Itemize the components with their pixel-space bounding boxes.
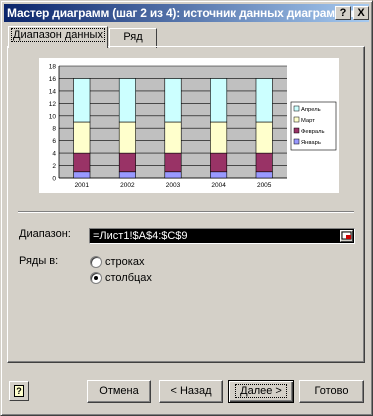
help-title-button[interactable]: ? <box>335 6 351 20</box>
cancel-button[interactable]: Отмена <box>87 380 151 403</box>
bar-segment <box>255 78 273 123</box>
title-bar: Мастер диаграмм (шаг 2 из 4): источник д… <box>4 4 369 22</box>
window-title: Мастер диаграмм (шаг 2 из 4): источник д… <box>7 6 354 20</box>
radio-columns[interactable] <box>90 272 102 284</box>
range-input[interactable]: =Лист1!$A$4:$C$9 <box>89 228 355 244</box>
finish-label: Готово <box>314 385 349 397</box>
tab-data-range-label: Диапазон данных <box>11 28 105 42</box>
bar-segment <box>210 171 228 179</box>
x-tick-label: 2005 <box>257 182 272 189</box>
bar-segment <box>255 121 273 154</box>
bar-segment <box>210 121 228 154</box>
radio-rows-label[interactable]: строках <box>105 256 144 268</box>
legend-label: Февраль <box>301 129 325 135</box>
legend-swatch <box>293 138 300 145</box>
legend-swatch <box>293 127 300 134</box>
bar-segment <box>255 171 273 179</box>
tab-series-label: Ряд <box>123 31 143 43</box>
next-label: Далее > <box>235 384 287 398</box>
back-button[interactable]: < Назад <box>159 380 223 403</box>
x-tick-label: 2003 <box>166 182 181 189</box>
range-input-value: =Лист1!$A$4:$C$9 <box>93 230 188 242</box>
radio-columns-label[interactable]: столбцах <box>105 272 152 284</box>
bar-segment <box>255 152 273 173</box>
y-tick-label: 16 <box>49 76 57 83</box>
help-icon: ? <box>14 385 24 397</box>
bar-segment <box>210 78 228 123</box>
y-tick-label: 14 <box>49 88 57 95</box>
y-tick-label: 2 <box>52 163 56 170</box>
bar-segment <box>118 152 136 173</box>
back-label: < Назад <box>170 385 212 397</box>
help-button[interactable]: ? <box>9 381 29 401</box>
radio-rows[interactable] <box>90 256 102 268</box>
radio-selected-dot <box>94 276 98 280</box>
collapse-icon <box>341 231 352 240</box>
bar-segment <box>73 152 91 173</box>
legend-swatch <box>293 116 300 123</box>
legend-label: Март <box>301 118 315 124</box>
bar-segment <box>164 152 182 173</box>
range-label: Диапазон: <box>19 228 71 240</box>
bar-segment <box>164 121 182 154</box>
bar-segment <box>164 78 182 123</box>
y-tick-label: 8 <box>52 126 56 133</box>
y-tick-label: 6 <box>52 138 56 145</box>
x-tick-label: 2002 <box>120 182 135 189</box>
chart-svg: 0 2 4 6 8 10 12 14 16 18 2001 2002 2003 2004 2005 Апрел… <box>49 64 337 189</box>
y-tick-label: 4 <box>52 151 56 158</box>
collapse-dialog-button[interactable] <box>340 230 353 242</box>
chart-wizard-dialog: Мастер диаграмм (шаг 2 из 4): источник д… <box>0 0 373 416</box>
bar-segment <box>118 171 136 179</box>
next-button[interactable]: Далее > <box>228 380 294 403</box>
y-tick-label: 18 <box>49 64 57 71</box>
bar-segment <box>118 78 136 123</box>
bar-segment <box>73 171 91 179</box>
tab-data-range[interactable]: Диапазон данных <box>8 26 108 48</box>
x-tick-label: 2001 <box>75 182 90 189</box>
legend-label: Январь <box>301 140 321 146</box>
series-in-label: Ряды в: <box>19 255 59 267</box>
finish-button[interactable]: Готово <box>299 380 364 403</box>
bar-segment <box>73 121 91 154</box>
cancel-label: Отмена <box>99 385 139 397</box>
x-tick-label: 2004 <box>211 182 226 189</box>
bar-segment <box>164 171 182 179</box>
legend-label: Апрель <box>301 107 321 113</box>
tab-series[interactable]: Ряд <box>109 28 157 48</box>
y-tick-label: 0 <box>52 176 56 183</box>
bar-segment <box>210 152 228 173</box>
legend-swatch <box>293 105 300 112</box>
close-button[interactable]: X <box>353 6 369 20</box>
bar-segment <box>73 78 91 123</box>
y-tick-label: 12 <box>49 101 57 108</box>
bar-segment <box>118 121 136 154</box>
y-tick-label: 10 <box>49 113 57 120</box>
chart-preview: 0 2 4 6 8 10 12 14 16 18 2001 2002 2003 2004 2005 Апрел… <box>39 58 339 193</box>
separator <box>18 211 354 213</box>
